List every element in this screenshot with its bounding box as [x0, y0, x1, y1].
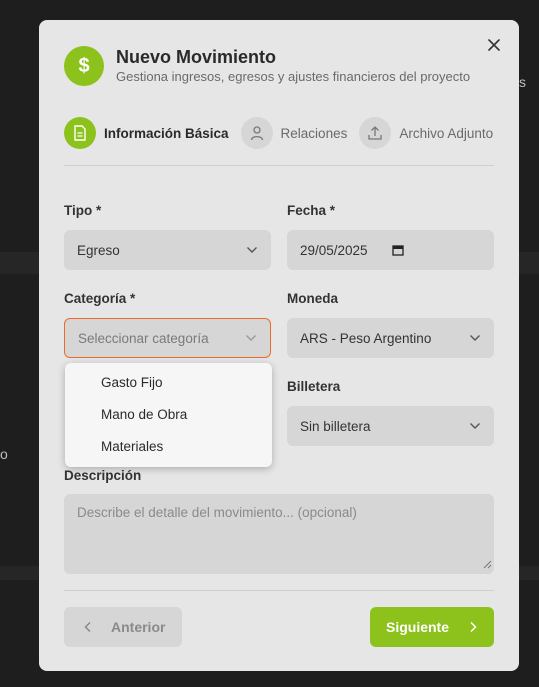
dialog-subtitle: Gestiona ingresos, egresos y ajustes fin…: [116, 69, 471, 84]
billetera-label: Billetera: [287, 379, 341, 394]
moneda-select[interactable]: ARS - Peso Argentino: [287, 318, 494, 358]
descripcion-placeholder: Describe el detalle del movimiento... (o…: [77, 505, 357, 520]
stepper: Información Básica Relaciones Archivo Ad…: [64, 117, 494, 149]
categoria-label: Categoría *: [64, 291, 136, 306]
billetera-select[interactable]: Sin billetera: [287, 406, 494, 446]
fecha-label: Fecha *: [287, 203, 336, 218]
step-informacion-basica[interactable]: Información Básica: [64, 117, 229, 149]
backdrop-text: o: [0, 446, 8, 462]
descripcion-label: Descripción: [64, 468, 142, 483]
categoria-placeholder: Seleccionar categoría: [78, 330, 209, 346]
divider: [64, 590, 494, 591]
next-button[interactable]: Siguiente: [370, 607, 494, 647]
step-archivo-adjunto[interactable]: Archivo Adjunto: [359, 117, 493, 149]
step-label: Relaciones: [280, 125, 348, 141]
step-label: Información Básica: [104, 125, 229, 141]
new-movement-dialog: $ Nuevo Movimiento Gestiona ingresos, eg…: [39, 20, 519, 671]
tipo-label: Tipo *: [64, 203, 102, 218]
step-label: Archivo Adjunto: [399, 125, 494, 141]
previous-label: Anterior: [111, 619, 166, 635]
categoria-option[interactable]: Mano de Obra: [65, 399, 272, 431]
user-icon: [240, 117, 273, 149]
categoria-option[interactable]: Gasto Fijo: [65, 367, 272, 399]
fecha-value: 29/05/2025: [300, 242, 368, 258]
tipo-value: Egreso: [77, 242, 120, 258]
previous-button[interactable]: Anterior: [64, 607, 182, 647]
moneda-label: Moneda: [287, 291, 339, 306]
dollar-icon: $: [64, 46, 104, 86]
upload-icon: [359, 117, 392, 149]
descripcion-textarea[interactable]: Describe el detalle del movimiento... (o…: [64, 494, 494, 574]
chevron-down-icon: [469, 422, 481, 430]
document-icon: [64, 117, 96, 149]
step-relaciones[interactable]: Relaciones: [240, 117, 348, 149]
chevron-down-icon: [469, 334, 481, 342]
chevron-left-icon: [84, 621, 91, 633]
dialog-header: $ Nuevo Movimiento Gestiona ingresos, eg…: [64, 46, 494, 86]
calendar-icon[interactable]: [391, 244, 404, 256]
fecha-date-input[interactable]: 29/05/2025: [287, 230, 494, 270]
dialog-title: Nuevo Movimiento: [116, 47, 277, 67]
categoria-select[interactable]: Seleccionar categoría: [64, 318, 271, 358]
next-label: Siguiente: [386, 619, 450, 635]
resize-handle-icon[interactable]: [483, 557, 492, 572]
chevron-right-icon: [470, 621, 477, 633]
categoria-option[interactable]: Materiales: [65, 431, 272, 463]
chevron-down-icon: [246, 246, 258, 254]
billetera-value: Sin billetera: [300, 418, 371, 434]
moneda-value: ARS - Peso Argentino: [300, 330, 432, 346]
divider: [64, 165, 494, 166]
backdrop-text: s: [519, 74, 526, 90]
categoria-dropdown-menu: Gasto Fijo Mano de Obra Materiales: [65, 363, 272, 467]
chevron-down-icon: [245, 334, 257, 342]
tipo-select[interactable]: Egreso: [64, 230, 271, 270]
